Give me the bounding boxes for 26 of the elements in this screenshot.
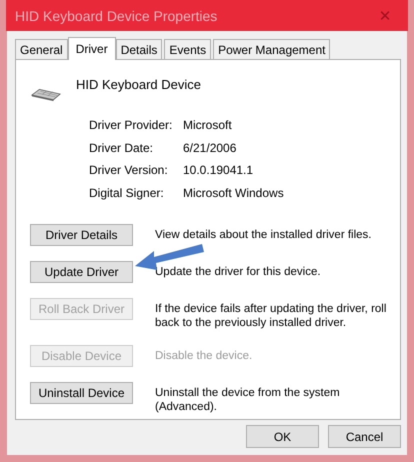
property-value: 6/21/2006 bbox=[183, 140, 238, 156]
property-label: Driver Version: bbox=[89, 163, 169, 178]
action-button[interactable]: Uninstall Device bbox=[30, 382, 133, 404]
tab[interactable]: Details bbox=[116, 39, 162, 59]
action-description: Disable the device. bbox=[155, 349, 254, 363]
keyboard-icon bbox=[30, 88, 62, 102]
tab[interactable]: General bbox=[15, 39, 68, 59]
action-description: If the device fails after updating the driver, roll back to the previously installed driver. bbox=[155, 302, 388, 330]
action-description: Update the driver for this device. bbox=[155, 265, 322, 279]
property-label: Digital Signer: bbox=[89, 186, 165, 201]
property-label: Driver Provider: bbox=[89, 118, 174, 134]
action-button[interactable]: Update Driver bbox=[30, 261, 133, 283]
action-description: View details about the installed driver files. bbox=[155, 228, 372, 242]
device-name: HID Keyboard Device bbox=[76, 77, 201, 92]
tab[interactable]: Driver bbox=[68, 37, 116, 60]
dialog-button[interactable]: Cancel bbox=[328, 425, 401, 448]
action-button[interactable]: Driver Details bbox=[30, 224, 133, 246]
property-value: 10.0.19041.1 bbox=[183, 163, 254, 178]
tab[interactable]: Events bbox=[164, 39, 212, 59]
tab[interactable]: Power Management bbox=[213, 39, 330, 59]
property-label: Driver Date: bbox=[89, 140, 154, 156]
action-description: Uninstall the device from the system (Advanced). bbox=[155, 386, 341, 414]
window-title: HID Keyboard Device Properties bbox=[14, 8, 218, 24]
property-value: Microsoft Windows bbox=[183, 186, 285, 201]
property-value: Microsoft bbox=[183, 118, 233, 134]
dialog-button[interactable]: OK bbox=[246, 425, 319, 448]
